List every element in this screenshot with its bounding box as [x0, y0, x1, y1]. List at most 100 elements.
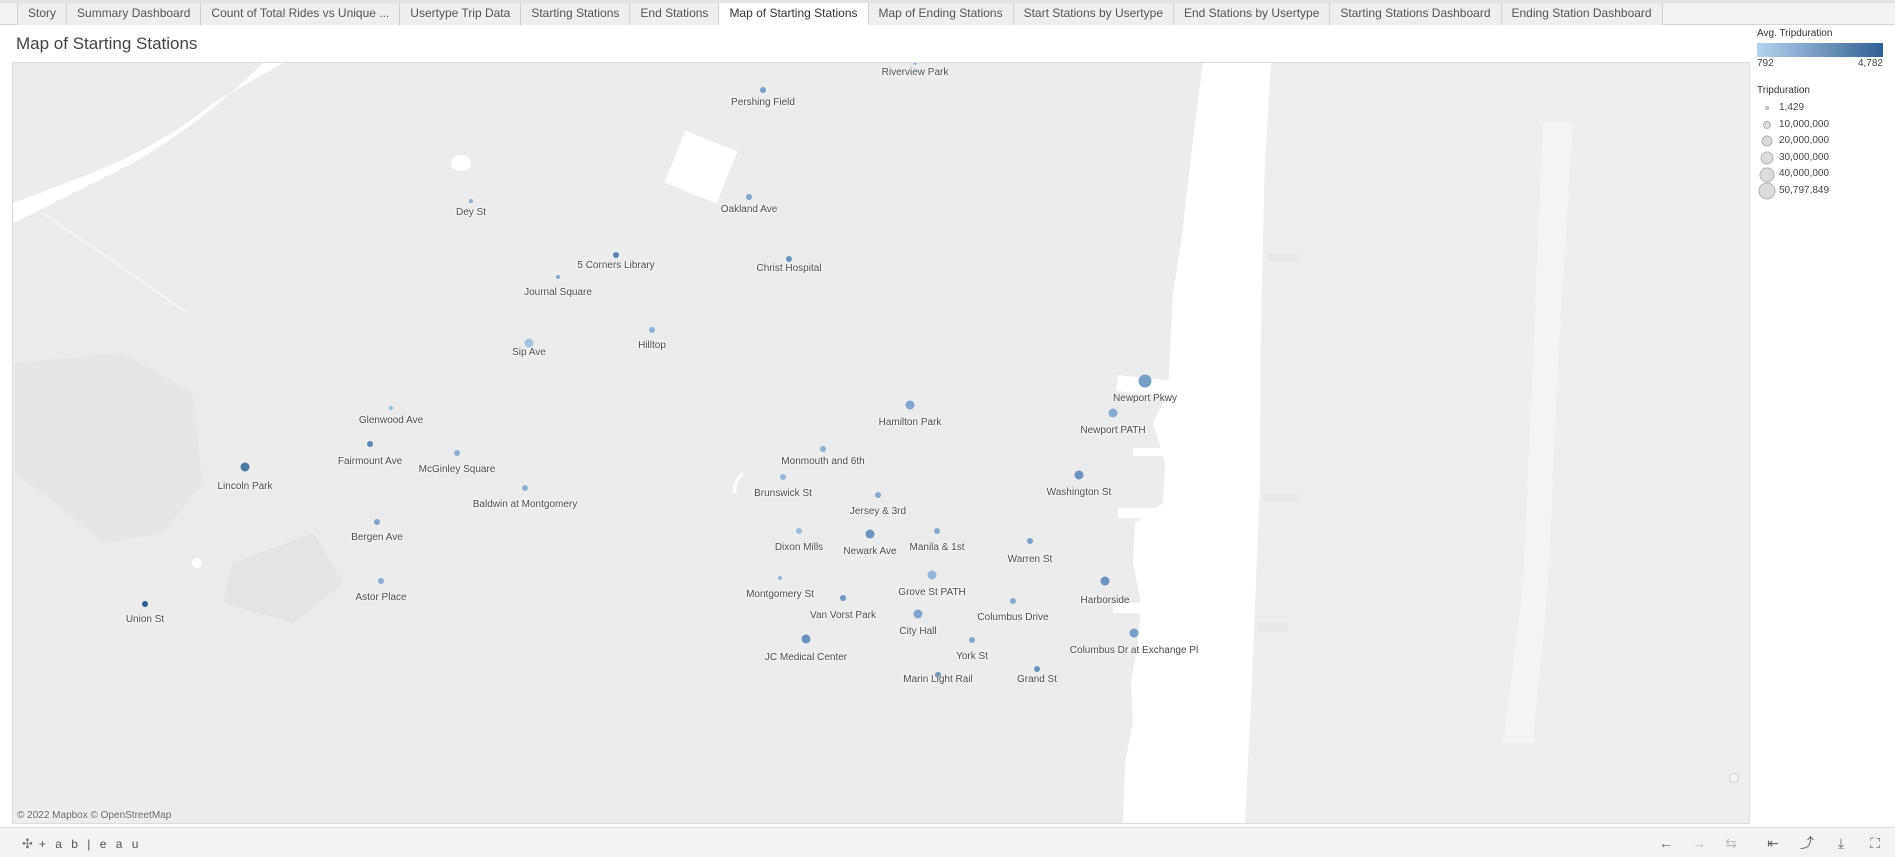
- station-marker-brunswick-st[interactable]: [780, 474, 786, 480]
- station-label-hamilton-park: Hamilton Park: [878, 417, 942, 428]
- station-marker-newport-pkwy[interactable]: [1138, 374, 1152, 388]
- station-label-lincoln-park: Lincoln Park: [217, 481, 273, 492]
- station-label-hilltop: Hilltop: [638, 340, 666, 351]
- station-marker-columbus-drive[interactable]: [1010, 598, 1016, 604]
- station-label-columbus-drive: Columbus Drive: [977, 612, 1049, 623]
- station-label-newport-pkwy: Newport Pkwy: [1113, 393, 1177, 404]
- station-label-jersey-3rd: Jersey & 3rd: [849, 506, 907, 517]
- tab-usertype-trip-data[interactable]: Usertype Trip Data: [400, 3, 522, 25]
- station-label-oakland-ave: Oakland Ave: [720, 204, 778, 215]
- station-marker-journal-square[interactable]: [556, 275, 560, 279]
- size-legend-item: 40,000,000: [1757, 166, 1887, 183]
- station-marker-grand-st[interactable]: [1034, 666, 1040, 672]
- station-marker-5-corners-library[interactable]: [613, 252, 619, 258]
- tab-starting-stations-dashboard[interactable]: Starting Stations Dashboard: [1330, 3, 1502, 25]
- station-label-brunswick-st: Brunswick St: [754, 488, 812, 499]
- tab-story[interactable]: Story: [17, 3, 68, 25]
- station-marker-harborside[interactable]: [1100, 576, 1110, 586]
- station-marker-warren-st[interactable]: [1027, 538, 1033, 544]
- station-label-marin-light-rail: Marin Light Rail: [903, 674, 973, 685]
- color-legend-max: 4,782: [1857, 58, 1883, 69]
- station-marker-hamilton-park[interactable]: [905, 400, 915, 410]
- station-map[interactable]: Riverview Park Pershing Field Dey St Oaklan…: [12, 62, 1750, 824]
- size-legend-title: Tripduration: [1757, 85, 1810, 96]
- station-label-jc-medical-center: JC Medical Center: [764, 652, 848, 663]
- station-marker-baldwin-at-montgomery[interactable]: [522, 485, 528, 491]
- station-label-sip-ave: Sip Ave: [512, 347, 546, 358]
- station-marker-astor-place[interactable]: [378, 578, 384, 584]
- tab-summary-dashboard[interactable]: Summary Dashboard: [67, 3, 202, 25]
- station-marker-glenwood-ave[interactable]: [389, 406, 393, 410]
- station-label-newark-ave: Newark Ave: [843, 546, 897, 557]
- station-marker-monmouth-and-6th[interactable]: [820, 446, 826, 452]
- map-attribution[interactable]: © 2022 Mapbox © OpenStreetMap: [17, 810, 171, 821]
- hackensack-water: [13, 63, 283, 223]
- size-legend-item: 30,000,000: [1757, 150, 1887, 167]
- size-legend-item: 20,000,000: [1757, 133, 1887, 150]
- size-legend-value: 1,429: [1779, 102, 1805, 113]
- station-marker-oakland-ave[interactable]: [746, 194, 752, 200]
- station-label-grove-st-path: Grove St PATH: [898, 587, 966, 598]
- station-marker-city-hall[interactable]: [913, 609, 923, 619]
- station-marker-newport-path[interactable]: [1108, 408, 1118, 418]
- station-marker-washington-st[interactable]: [1074, 470, 1084, 480]
- station-label-baldwin-at-montgomery: Baldwin at Montgomery: [472, 499, 578, 510]
- size-legend-circle: [1765, 106, 1769, 111]
- size-legend-value: 30,000,000: [1779, 151, 1830, 163]
- station-marker-newark-ave[interactable]: [865, 529, 875, 539]
- station-marker-van-vorst-park[interactable]: [840, 595, 846, 601]
- station-marker-hilltop[interactable]: [649, 327, 655, 333]
- share-icon[interactable]: ⤴: [1798, 834, 1816, 852]
- station-label-pershing-field: Pershing Field: [731, 97, 795, 108]
- station-marker-bergen-ave[interactable]: [374, 519, 380, 525]
- station-marker-grove-st-path[interactable]: [927, 570, 937, 580]
- hudson-river-water: [1123, 63, 1271, 823]
- station-marker-christ-hospital[interactable]: [786, 256, 792, 262]
- tab-count-of-total-rides-vs-unique[interactable]: Count of Total Rides vs Unique ...: [201, 3, 401, 25]
- tableau-cross-icon: ✣: [22, 836, 33, 851]
- station-label-grand-st: Grand St: [1016, 674, 1058, 685]
- color-gradient-bar: [1757, 43, 1883, 57]
- tab-starting-stations[interactable]: Starting Stations: [521, 3, 631, 25]
- station-marker-dey-st[interactable]: [469, 199, 473, 203]
- station-label-manila-1st: Manila & 1st: [909, 542, 965, 553]
- pause-icon[interactable]: ⇤: [1764, 834, 1782, 852]
- color-legend-title: Avg. Tripduration: [1757, 28, 1833, 39]
- station-label-city-hall: City Hall: [899, 626, 937, 637]
- station-label-glenwood-ave: Glenwood Ave: [358, 415, 424, 426]
- station-label-astor-place: Astor Place: [355, 592, 407, 603]
- tab-ending-station-dashboard[interactable]: Ending Station Dashboard: [1501, 3, 1663, 25]
- station-marker-york-st[interactable]: [969, 637, 975, 643]
- station-marker-dixon-mills[interactable]: [796, 528, 802, 534]
- tab-end-stations-by-usertype[interactable]: End Stations by Usertype: [1174, 3, 1331, 25]
- size-legend-circle: [1760, 151, 1774, 165]
- station-marker-columbus-dr-at-exchange-pl[interactable]: [1129, 628, 1139, 638]
- station-marker-lincoln-park[interactable]: [240, 462, 250, 472]
- station-marker-jersey-3rd[interactable]: [875, 492, 881, 498]
- station-label-riverview-park: Riverview Park: [881, 67, 949, 78]
- color-legend-min: 792: [1757, 58, 1774, 69]
- undo-icon[interactable]: ←: [1657, 834, 1675, 852]
- revert-icon[interactable]: ⇆: [1722, 834, 1740, 852]
- tab-end-stations[interactable]: End Stations: [630, 3, 720, 25]
- tab-start-stations-by-usertype[interactable]: Start Stations by Usertype: [1013, 3, 1174, 25]
- fullscreen-icon[interactable]: ⛶: [1866, 834, 1884, 852]
- download-icon[interactable]: ⤓: [1832, 834, 1850, 852]
- station-marker-montgomery-st[interactable]: [778, 576, 782, 580]
- redo-icon[interactable]: →: [1690, 834, 1708, 852]
- station-marker-union-st[interactable]: [142, 601, 148, 607]
- station-marker-mcginley-square[interactable]: [454, 450, 460, 456]
- size-legend-circle: [1758, 182, 1776, 200]
- map-info-icon[interactable]: [1729, 773, 1739, 783]
- station-label-monmouth-and-6th: Monmouth and 6th: [781, 456, 865, 467]
- station-marker-manila-1st[interactable]: [934, 528, 940, 534]
- station-label-van-vorst-park: Van Vorst Park: [810, 610, 876, 621]
- station-label-york-st: York St: [956, 651, 988, 662]
- station-marker-pershing-field[interactable]: [760, 87, 766, 93]
- tab-map-of-ending-stations[interactable]: Map of Ending Stations: [868, 3, 1014, 25]
- sheet-title: Map of Starting Stations: [16, 34, 198, 53]
- station-marker-fairmount-ave[interactable]: [367, 441, 373, 447]
- tab-map-of-starting-stations[interactable]: Map of Starting Stations: [719, 3, 869, 25]
- station-marker-jc-medical-center[interactable]: [801, 634, 811, 644]
- tableau-logo[interactable]: ✣ + a b | e a u: [22, 836, 141, 852]
